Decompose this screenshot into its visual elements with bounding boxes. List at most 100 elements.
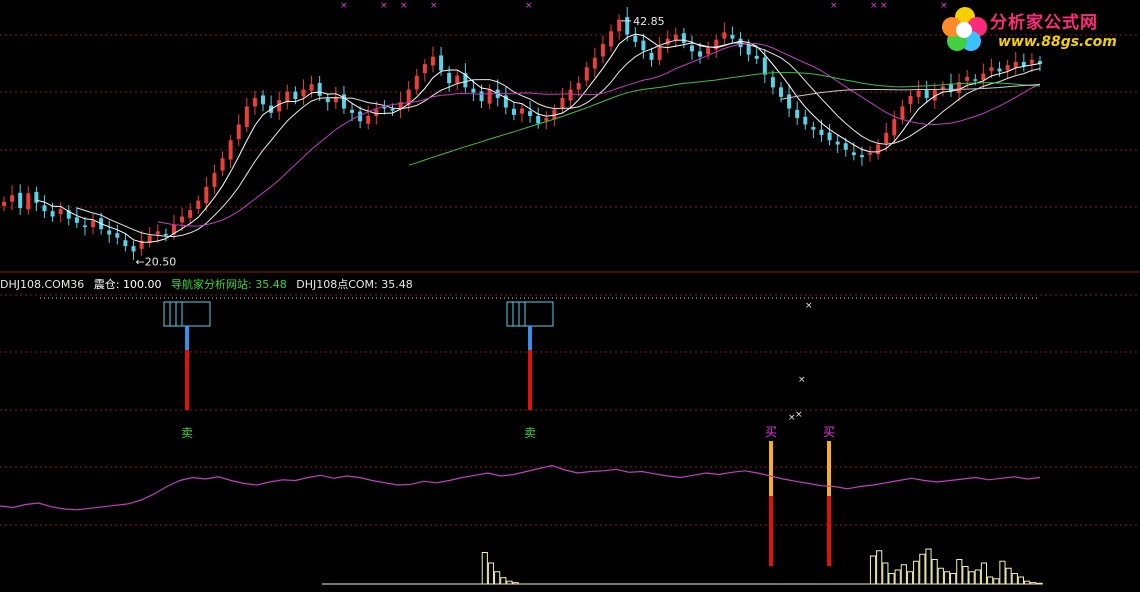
volume-bar: [500, 577, 507, 585]
candle-down: [447, 72, 452, 84]
buy-label: 买: [823, 425, 835, 439]
logo-title: 分析家公式网: [990, 13, 1098, 33]
candle-down: [439, 55, 444, 71]
volume-bar: [487, 562, 495, 585]
candle-down: [730, 34, 735, 39]
candle-down: [471, 88, 476, 93]
candle-up: [592, 57, 597, 69]
candle-down: [390, 108, 395, 111]
candle-down: [762, 57, 767, 75]
top-marker: ×: [870, 1, 878, 11]
candle-down: [325, 98, 330, 103]
purple-indicator-line: [0, 464, 1041, 511]
volume-bar: [931, 559, 938, 585]
candle-up: [301, 89, 306, 97]
volume-bar: [962, 566, 969, 585]
volume-bar: [481, 552, 488, 585]
candle-up: [188, 210, 193, 218]
candle-down: [770, 77, 775, 88]
candle-down: [42, 205, 47, 212]
top-marker: ×: [525, 1, 533, 11]
candle-up: [884, 132, 889, 144]
candle-up: [900, 106, 905, 120]
position-label: 震仓: 100.00: [93, 278, 162, 291]
high-label: 42.85: [633, 15, 665, 28]
top-marker: ×: [400, 1, 408, 11]
candle-down: [261, 95, 265, 105]
candle-up: [868, 152, 873, 155]
candle-up: [180, 216, 185, 223]
candle-down: [851, 152, 856, 156]
sell-box: [506, 301, 554, 327]
volume-bar: [1030, 582, 1037, 585]
candle-up: [212, 173, 217, 187]
top-marker: ×: [880, 1, 888, 11]
ma20-line: [157, 43, 1041, 227]
candle-up: [908, 95, 913, 104]
candle-up: [892, 119, 897, 136]
candle-up: [617, 19, 622, 32]
candle-down: [973, 79, 978, 81]
volume-bar: [894, 569, 901, 585]
sell-bar-blue: [185, 326, 189, 350]
candle-up: [560, 97, 565, 109]
candle-down: [795, 109, 800, 119]
candle-down: [689, 45, 694, 52]
candle-up: [10, 195, 15, 202]
buy-bar-yellow: [769, 441, 773, 496]
candle-up: [1005, 65, 1010, 71]
candle-up: [26, 193, 31, 210]
candle-down: [698, 51, 703, 57]
candle-up: [196, 200, 201, 209]
volume-bar: [900, 564, 907, 585]
candle-down: [382, 107, 387, 109]
site-logo: 分析家公式网 www.88gs.com: [938, 2, 1138, 56]
top-marker: ×: [340, 1, 348, 11]
candle-down: [293, 91, 298, 100]
candle-down: [625, 17, 630, 35]
candle-up: [2, 201, 6, 206]
candle-down: [754, 55, 759, 59]
candle-down: [131, 246, 136, 252]
volume-bar: [494, 571, 501, 585]
candle-up: [584, 67, 589, 81]
x-marker: ×: [805, 301, 813, 311]
candle-up: [568, 89, 573, 101]
volume-bar: [943, 571, 951, 585]
candle-down: [835, 141, 840, 145]
x-marker: ×: [795, 410, 803, 420]
candle-up: [252, 97, 257, 107]
sell-label: 卖: [524, 426, 536, 440]
volume-bar: [1017, 576, 1025, 585]
candle-up: [430, 56, 435, 66]
candle-up: [58, 209, 63, 214]
volume-bar: [956, 559, 963, 585]
candle-up: [277, 100, 282, 112]
volume-bar: [968, 571, 975, 585]
candle-down: [74, 217, 79, 223]
indicator-header: DHJ108.COM36 震仓: 100.00 导航家分析网站: 35.48 D…: [0, 276, 419, 292]
candle-up: [366, 115, 371, 124]
volume-bar: [993, 578, 1000, 585]
volume-bar: [906, 571, 914, 585]
top-marker: ×: [830, 1, 838, 11]
buy-bar-red: [827, 496, 831, 566]
volume-bar: [999, 560, 1006, 585]
candle-up: [989, 67, 994, 72]
site-label: 导航家分析网站: 35.48: [171, 278, 287, 291]
volume-bar: [876, 550, 883, 585]
candle-up: [520, 108, 524, 114]
candle-down: [123, 240, 128, 247]
candle-down: [82, 225, 87, 228]
volume-bar: [1024, 580, 1031, 585]
volume-bar: [950, 573, 957, 585]
candle-up: [422, 64, 427, 74]
x-marker: ×: [798, 375, 806, 385]
candle-down: [811, 126, 816, 130]
candle-down: [317, 82, 322, 96]
candle-down: [681, 33, 686, 43]
candle-down: [827, 132, 832, 141]
logo-url: www.88gs.com: [998, 34, 1117, 50]
sell-bar-red: [185, 350, 189, 410]
candle-down: [819, 129, 824, 135]
